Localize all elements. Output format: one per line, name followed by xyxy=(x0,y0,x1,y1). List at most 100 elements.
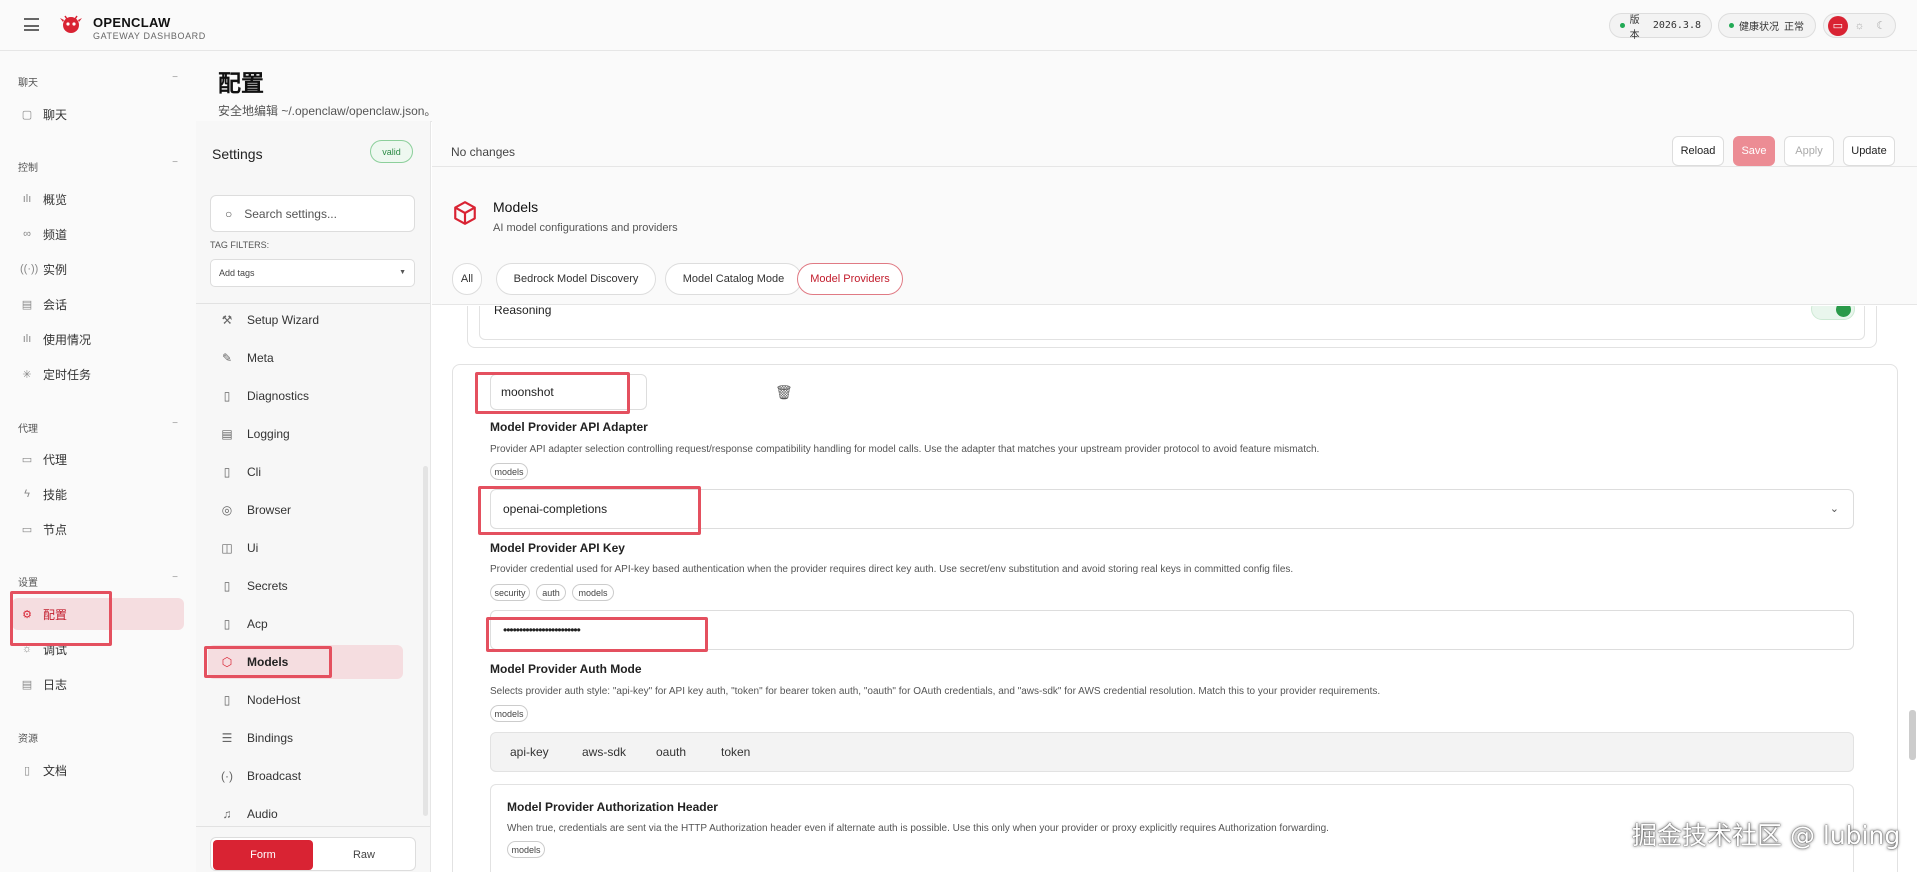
form-mode-button[interactable]: Form xyxy=(213,840,313,870)
sidebar-item-label: 文档 xyxy=(43,763,68,778)
settings-section-ui[interactable]: ◫ Ui xyxy=(208,531,403,565)
music-icon: ♫ xyxy=(222,807,232,821)
sun-icon[interactable]: ☼ xyxy=(1849,16,1869,36)
file-icon: ▯ xyxy=(223,693,231,707)
chip-all[interactable]: All xyxy=(452,263,482,295)
monitor-icon[interactable]: ▭ xyxy=(1827,15,1848,36)
auth-header-description: When true, credentials are sent via the … xyxy=(507,823,1329,834)
tag-filter-select[interactable]: Add tags ▼ xyxy=(210,259,415,287)
api-adapter-select[interactable]: openai-completions ⌄ xyxy=(490,489,1854,529)
section-label: Acp xyxy=(247,617,268,631)
group-title: 资源 xyxy=(18,734,38,745)
chip-bedrock-model-discovery[interactable]: Bedrock Model Discovery xyxy=(496,263,656,295)
sidebar-group-settings[interactable]: 设置 − xyxy=(18,572,178,589)
collapse-icon[interactable]: − xyxy=(172,572,178,583)
cube-icon: ⬡ xyxy=(221,655,233,669)
menu-icon[interactable] xyxy=(24,18,39,31)
sidebar-item-nodes[interactable]: ▭ 节点 xyxy=(12,513,184,545)
api-key-input[interactable]: •••••••••••••••••••••••• xyxy=(490,610,1854,650)
sidebar-item-config[interactable]: ⚙ 配置 xyxy=(12,598,184,630)
document-icon: ▤ xyxy=(21,298,33,311)
gear-icon: ⚙ xyxy=(22,608,32,621)
reload-button[interactable]: Reload xyxy=(1672,136,1724,166)
sidebar-item-cron[interactable]: ✳ 定时任务 xyxy=(12,358,184,390)
settings-section-diagnostics[interactable]: ▯ Diagnostics xyxy=(208,379,403,413)
sidebar-group-resources: 资源 xyxy=(18,730,178,745)
settings-section-broadcast[interactable]: (·) Broadcast xyxy=(208,759,403,793)
auth-mode-api-key[interactable]: api-key xyxy=(510,745,549,759)
collapse-icon[interactable]: − xyxy=(172,157,178,168)
tags-placeholder: Add tags xyxy=(219,268,255,278)
tag-models: models xyxy=(490,705,528,722)
tag-filters-label: TAG FILTERS: xyxy=(210,240,270,250)
sidebar-group-agents[interactable]: 代理 − xyxy=(18,418,178,435)
section-label: Models xyxy=(247,655,289,669)
settings-section-browser[interactable]: ◎ Browser xyxy=(208,493,403,527)
sidebar-item-channels[interactable]: ∞ 频道 xyxy=(12,218,184,250)
section-label: Secrets xyxy=(247,579,288,593)
chip-model-providers[interactable]: Model Providers xyxy=(797,263,903,295)
file-icon: ▯ xyxy=(223,389,231,403)
sidebar-group-chat[interactable]: 聊天 − xyxy=(18,72,178,89)
settings-section-nodehost[interactable]: ▯ NodeHost xyxy=(208,683,403,717)
search-input[interactable]: ○ Search settings... xyxy=(210,195,415,232)
settings-section-cli[interactable]: ▯ Cli xyxy=(208,455,403,489)
raw-mode-button[interactable]: Raw xyxy=(314,840,414,870)
section-label: Diagnostics xyxy=(247,389,310,403)
auth-mode-token[interactable]: token xyxy=(721,745,750,759)
save-button[interactable]: Save xyxy=(1733,136,1775,166)
settings-section-acp[interactable]: ▯ Acp xyxy=(208,607,403,641)
auth-mode-description: Selects provider auth style: "api-key" f… xyxy=(490,686,1381,697)
update-button[interactable]: Update xyxy=(1843,136,1895,166)
file-lines-icon: ▤ xyxy=(221,427,233,441)
sidebar-item-overview[interactable]: ılı 概览 xyxy=(12,183,184,215)
sidebar-item-label: 会话 xyxy=(43,297,68,312)
moon-icon[interactable]: ☾ xyxy=(1871,16,1891,36)
apply-button[interactable]: Apply xyxy=(1784,136,1834,166)
monitor-icon: ▭ xyxy=(21,523,33,536)
sidebar-item-label: 聊天 xyxy=(43,107,68,122)
provider-name-input[interactable]: moonshot xyxy=(490,374,647,410)
sidebar-item-skills[interactable]: ϟ 技能 xyxy=(12,478,184,510)
collapse-icon[interactable]: − xyxy=(172,418,178,429)
sidebar-item-usage[interactable]: ılı 使用情况 xyxy=(12,323,184,355)
section-label: Meta xyxy=(247,351,274,365)
layout-icon: ◫ xyxy=(221,541,233,555)
tag-models: models xyxy=(507,841,545,858)
settings-section-logging[interactable]: ▤ Logging xyxy=(208,417,403,451)
settings-section-meta[interactable]: ✎ Meta xyxy=(208,341,403,375)
bar-chart-icon: ılı xyxy=(22,333,32,345)
collapse-icon[interactable]: − xyxy=(172,72,178,83)
auth-mode-oauth[interactable]: oauth xyxy=(656,745,686,759)
section-label: Browser xyxy=(247,503,292,517)
status-dot xyxy=(1620,23,1625,28)
sidebar-item-docs[interactable]: ▯ 文档 xyxy=(12,754,184,786)
provider-name-value: moonshot xyxy=(501,385,554,399)
settings-section-setup-wizard[interactable]: ⚒ Setup Wizard xyxy=(208,303,403,337)
sidebar-item-debug[interactable]: ☼ 调试 xyxy=(12,633,184,665)
sidebar-item-sessions[interactable]: ▤ 会话 xyxy=(12,288,184,320)
mode-bar: Form Raw xyxy=(196,826,430,872)
settings-section-bindings[interactable]: ☰ Bindings xyxy=(208,721,403,755)
settings-section-secrets[interactable]: ▯ Secrets xyxy=(208,569,403,603)
sidebar-item-logs[interactable]: ▤ 日志 xyxy=(12,668,184,700)
sidebar-item-label: 配置 xyxy=(43,607,68,622)
scrollbar[interactable] xyxy=(423,466,428,816)
settings-nav: Settings valid ○ Search settings... TAG F… xyxy=(196,121,431,872)
auth-mode-aws-sdk[interactable]: aws-sdk xyxy=(582,745,626,759)
search-icon: ○ xyxy=(225,206,233,221)
chip-model-catalog-mode[interactable]: Model Catalog Mode xyxy=(665,263,802,295)
settings-section-models[interactable]: ⬡ Models xyxy=(208,645,403,679)
reasoning-toggle[interactable] xyxy=(1811,306,1855,320)
sidebar-item-instances[interactable]: ((·)) 实例 xyxy=(12,253,184,285)
top-bar: OPENCLAW GATEWAY DASHBOARD 版本 2026.3.8 健… xyxy=(0,0,1917,51)
trash-icon[interactable]: 🗑 xyxy=(775,384,793,401)
sidebar-item-agents[interactable]: ▭ 代理 xyxy=(12,443,184,475)
section-label: Bindings xyxy=(247,731,294,745)
sidebar-item-label: 定时任务 xyxy=(43,367,92,382)
sidebar-item-chat[interactable]: ▢ 聊天 xyxy=(12,98,184,130)
sidebar-group-control[interactable]: 控制 − xyxy=(18,157,178,174)
sidebar-item-label: 频道 xyxy=(43,227,68,242)
scrollbar[interactable] xyxy=(1909,710,1916,760)
health-pill: 健康状况 正常 xyxy=(1718,13,1816,38)
